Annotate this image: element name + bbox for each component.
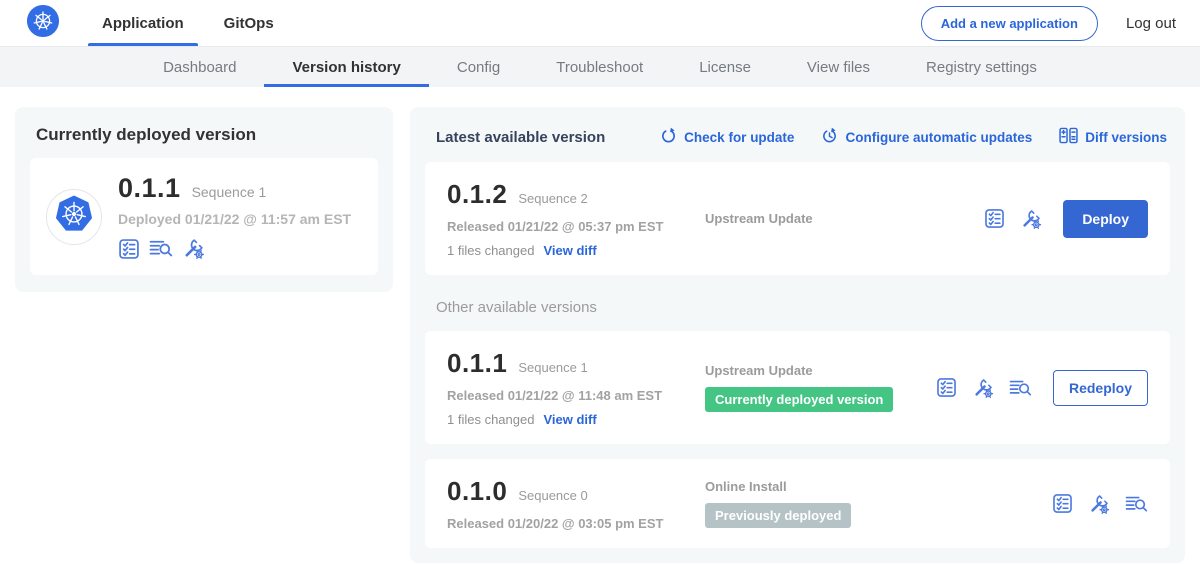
version-card-0-1-1: 0.1.1 Sequence 1 Released 01/21/22 @ 11:… bbox=[425, 331, 1170, 444]
logout-button[interactable]: Log out bbox=[1126, 15, 1176, 32]
version-info: 0.1.2 Sequence 2 Released 01/21/22 @ 05:… bbox=[447, 179, 705, 258]
subnav-tab-registry-settings-label: Registry settings bbox=[926, 59, 1037, 76]
source-label: Upstream Update bbox=[705, 363, 936, 378]
app-icon-ring bbox=[46, 189, 102, 245]
version-info: 0.1.0 Sequence 0 Released 01/20/22 @ 03:… bbox=[447, 476, 705, 531]
configure-automatic-updates-label: Configure automatic updates bbox=[845, 130, 1032, 145]
tab-application-label: Application bbox=[102, 15, 184, 32]
released-timestamp: Released 01/20/22 @ 03:05 pm EST bbox=[447, 516, 705, 531]
version-history-panel: Latest available version Check for updat… bbox=[410, 107, 1185, 563]
subnav-tab-registry-settings[interactable]: Registry settings bbox=[898, 47, 1065, 87]
main-content: Currently deployed version bbox=[0, 87, 1200, 563]
app-logo bbox=[26, 0, 60, 46]
version-card-0-1-0: 0.1.0 Sequence 0 Released 01/20/22 @ 03:… bbox=[425, 459, 1170, 548]
sequence-label: Sequence 2 bbox=[518, 191, 587, 206]
diff-versions-link[interactable]: Diff versions bbox=[1059, 127, 1167, 147]
deployed-version-number: 0.1.1 bbox=[118, 173, 181, 204]
kubernetes-logo-icon bbox=[26, 4, 60, 43]
version-card-0-1-2: 0.1.2 Sequence 2 Released 01/21/22 @ 05:… bbox=[425, 162, 1170, 275]
files-changed-label: 1 files changed bbox=[447, 243, 534, 258]
edit-config-icon[interactable] bbox=[1020, 208, 1042, 230]
subnav-tab-dashboard[interactable]: Dashboard bbox=[135, 47, 264, 87]
header-spacer bbox=[300, 0, 921, 46]
version-source: Online Install Previously deployed bbox=[705, 479, 1052, 528]
subnav-tab-troubleshoot-label: Troubleshoot bbox=[556, 59, 643, 76]
version-card-actions: Redeploy bbox=[936, 370, 1148, 406]
tab-gitops-label: GitOps bbox=[224, 15, 274, 32]
edit-config-icon[interactable] bbox=[1088, 493, 1110, 515]
sequence-label: Sequence 0 bbox=[518, 488, 587, 503]
kubernetes-logo-icon bbox=[49, 189, 99, 244]
subnav-tab-dashboard-label: Dashboard bbox=[163, 59, 236, 76]
edit-config-icon[interactable] bbox=[182, 237, 205, 260]
released-timestamp: Released 01/21/22 @ 11:48 am EST bbox=[447, 388, 705, 403]
deployed-version-card: 0.1.1 Sequence 1 Deployed 01/21/22 @ 11:… bbox=[30, 158, 378, 275]
source-label: Upstream Update bbox=[705, 211, 984, 226]
subnav-tab-config-label: Config bbox=[457, 59, 500, 76]
check-for-update-link[interactable]: Check for update bbox=[660, 127, 794, 147]
view-diff-link[interactable]: View diff bbox=[543, 243, 596, 258]
preflight-checks-icon[interactable] bbox=[936, 377, 957, 398]
deployed-version-info: 0.1.1 Sequence 1 Deployed 01/21/22 @ 11:… bbox=[118, 173, 351, 260]
released-timestamp: Released 01/21/22 @ 05:37 pm EST bbox=[447, 219, 705, 234]
subnav-tab-troubleshoot[interactable]: Troubleshoot bbox=[528, 47, 671, 87]
preflight-checks-icon[interactable] bbox=[118, 238, 140, 260]
sequence-label: Sequence 1 bbox=[518, 360, 587, 375]
version-source: Upstream Update Currently deployed versi… bbox=[705, 363, 936, 412]
diff-versions-label: Diff versions bbox=[1085, 130, 1167, 145]
subnav-tab-version-history[interactable]: Version history bbox=[264, 47, 428, 87]
currently-deployed-title: Currently deployed version bbox=[36, 125, 378, 145]
app-subnav: Dashboard Version history Config Trouble… bbox=[0, 46, 1200, 87]
deployed-sequence-label: Sequence 1 bbox=[192, 184, 267, 200]
subnav-tab-license-label: License bbox=[699, 59, 751, 76]
subnav-tab-version-history-label: Version history bbox=[292, 59, 400, 76]
top-header: Application GitOps Add a new application… bbox=[0, 0, 1200, 46]
files-changed-label: 1 files changed bbox=[447, 412, 534, 427]
deploy-logs-icon[interactable] bbox=[149, 238, 173, 259]
deploy-logs-icon[interactable] bbox=[1125, 494, 1148, 514]
check-for-update-label: Check for update bbox=[684, 130, 794, 145]
redeploy-button[interactable]: Redeploy bbox=[1053, 370, 1148, 406]
version-info: 0.1.1 Sequence 1 Released 01/21/22 @ 11:… bbox=[447, 348, 705, 427]
latest-available-header: Latest available version Check for updat… bbox=[425, 122, 1170, 147]
version-number: 0.1.2 bbox=[447, 179, 507, 210]
view-diff-link[interactable]: View diff bbox=[543, 412, 596, 427]
subnav-tab-view-files-label: View files bbox=[807, 59, 870, 76]
version-source: Upstream Update bbox=[705, 211, 984, 226]
version-card-actions: Deploy bbox=[984, 200, 1148, 238]
deployed-timestamp: Deployed 01/21/22 @ 11:57 am EST bbox=[118, 211, 351, 227]
auto-update-clock-icon bbox=[821, 127, 838, 147]
add-application-button[interactable]: Add a new application bbox=[921, 6, 1098, 41]
subnav-tab-license[interactable]: License bbox=[671, 47, 779, 87]
currently-deployed-panel: Currently deployed version bbox=[15, 107, 393, 292]
edit-config-icon[interactable] bbox=[972, 377, 994, 399]
refresh-icon bbox=[660, 127, 677, 147]
subnav-tab-config[interactable]: Config bbox=[429, 47, 528, 87]
configure-automatic-updates-link[interactable]: Configure automatic updates bbox=[821, 127, 1032, 147]
files-changed: 1 files changed View diff bbox=[447, 243, 705, 258]
tab-gitops[interactable]: GitOps bbox=[210, 0, 288, 46]
files-changed: 1 files changed View diff bbox=[447, 412, 705, 427]
latest-available-title: Latest available version bbox=[436, 129, 605, 146]
currently-deployed-badge: Currently deployed version bbox=[705, 387, 893, 412]
previously-deployed-badge: Previously deployed bbox=[705, 503, 851, 528]
tab-application[interactable]: Application bbox=[88, 0, 198, 46]
deployed-actions bbox=[118, 237, 351, 260]
version-card-actions bbox=[1052, 493, 1148, 515]
deploy-logs-icon[interactable] bbox=[1009, 378, 1032, 398]
version-actions: Check for update Configure automatic upd… bbox=[660, 127, 1167, 147]
preflight-checks-icon[interactable] bbox=[984, 208, 1005, 229]
preflight-checks-icon[interactable] bbox=[1052, 493, 1073, 514]
other-available-title: Other available versions bbox=[436, 299, 1170, 316]
deploy-button[interactable]: Deploy bbox=[1063, 200, 1148, 238]
diff-icon bbox=[1059, 127, 1078, 147]
version-number: 0.1.1 bbox=[447, 348, 507, 379]
source-label: Online Install bbox=[705, 479, 1052, 494]
subnav-tab-view-files[interactable]: View files bbox=[779, 47, 898, 87]
version-number: 0.1.0 bbox=[447, 476, 507, 507]
